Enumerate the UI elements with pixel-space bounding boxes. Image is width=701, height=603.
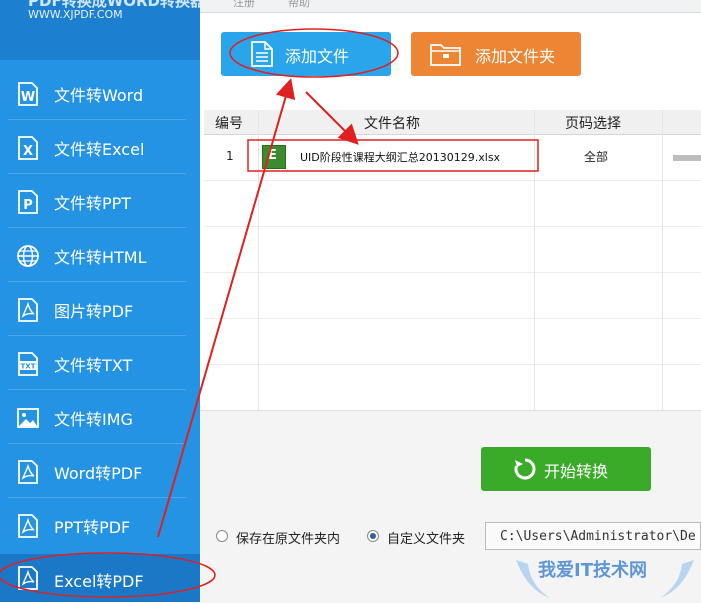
custom-folder-label: 自定义文件夹 — [387, 532, 466, 547]
sidebar-item-word[interactable]: W 文件转Word — [0, 68, 200, 120]
sidebar-item-excel-to-pdf[interactable]: Excel转PDF — [0, 554, 200, 602]
excel-icon: X — [18, 136, 38, 160]
sidebar-item-label: PPT转PDF — [54, 518, 131, 537]
custom-folder-radio[interactable] — [367, 530, 379, 542]
progress-bar — [673, 155, 701, 161]
output-path-input[interactable]: C:\Users\Administrator\De — [485, 522, 701, 550]
sidebar-item-word-to-pdf[interactable]: Word转PDF — [0, 446, 200, 498]
sidebar-item-label: Word转PDF — [54, 464, 143, 483]
sidebar-item-ppt[interactable]: P 文件转PPT — [0, 176, 200, 228]
top-menu-bar: 注册 帮助 — [200, 0, 701, 13]
ppt-icon: P — [18, 190, 38, 214]
svg-text:W: W — [21, 90, 35, 105]
sidebar-item-txt[interactable]: TXT 文件转TXT — [0, 338, 200, 390]
sidebar-item-img[interactable]: 文件转IMG — [0, 392, 200, 444]
start-convert-label: 开始转换 — [544, 462, 609, 481]
header-pages: 页码选择 — [565, 116, 621, 132]
file-icon — [251, 41, 273, 67]
header-filename: 文件名称 — [364, 116, 420, 132]
refresh-icon — [514, 458, 536, 480]
sidebar-item-excel[interactable]: X 文件转Excel — [0, 122, 200, 174]
globe-icon — [17, 245, 39, 267]
sidebar-item-label: 文件转HTML — [54, 248, 147, 267]
save-original-label: 保存在原文件夹内 — [236, 532, 341, 547]
sidebar: PDF转换成WORD转换器 WWW.XJPDF.COM W 文件转Word X … — [0, 0, 200, 602]
txt-icon: TXT — [18, 352, 38, 376]
pdf-icon — [18, 566, 38, 590]
sidebar-item-label: 文件转Word — [54, 86, 144, 105]
folder-icon — [430, 44, 461, 66]
table-row[interactable]: 1 E UID阶段性课程大纲汇总20130129.xlsx 全部 — [204, 135, 701, 180]
table-header: 编号 文件名称 页码选择 — [204, 110, 701, 135]
save-original-radio[interactable] — [216, 530, 228, 542]
app-url: WWW.XJPDF.COM — [28, 8, 123, 21]
add-file-button[interactable]: 添加文件 — [221, 32, 391, 76]
add-file-label: 添加文件 — [285, 47, 350, 66]
row-pages: 全部 — [584, 150, 609, 164]
sidebar-item-label: Excel转PDF — [54, 572, 144, 591]
sidebar-item-label: 图片转PDF — [54, 302, 134, 321]
sidebar-item-label: 文件转Excel — [54, 140, 145, 159]
svg-text:TXT: TXT — [21, 363, 36, 371]
pdf-icon — [18, 514, 38, 538]
menu-help[interactable]: 帮助 — [288, 0, 310, 10]
watermark: 我爱IT技术网 — [510, 552, 700, 602]
header-index: 编号 — [215, 116, 243, 132]
add-folder-label: 添加文件夹 — [475, 47, 556, 66]
svg-text:P: P — [23, 198, 33, 213]
image-icon — [17, 408, 39, 428]
row-index: 1 — [226, 149, 234, 163]
watermark-text: 我爱IT技术网 — [538, 560, 647, 581]
sidebar-item-label: 文件转PPT — [54, 194, 132, 213]
file-table: 编号 文件名称 页码选择 1 E UID阶段性课程大纲汇总20130129.xl… — [204, 110, 701, 410]
menu-register[interactable]: 注册 — [233, 0, 255, 10]
excel-file-icon: E — [262, 145, 286, 169]
svg-text:X: X — [23, 144, 33, 159]
sidebar-item-image-to-pdf[interactable]: 图片转PDF — [0, 284, 200, 336]
row-filename: UID阶段性课程大纲汇总20130129.xlsx — [300, 151, 501, 164]
pdf-icon — [18, 460, 38, 484]
add-folder-button[interactable]: 添加文件夹 — [411, 32, 581, 76]
sidebar-item-ppt-to-pdf[interactable]: PPT转PDF — [0, 500, 200, 552]
sidebar-item-html[interactable]: 文件转HTML — [0, 230, 200, 282]
start-convert-button[interactable]: 开始转换 — [481, 447, 651, 491]
sidebar-item-label: 文件转IMG — [54, 410, 133, 429]
app-logo: PDF转换成WORD转换器 WWW.XJPDF.COM — [0, 0, 200, 60]
sidebar-item-label: 文件转TXT — [54, 356, 133, 375]
word-icon: W — [18, 82, 38, 106]
pdf-icon — [18, 298, 38, 322]
